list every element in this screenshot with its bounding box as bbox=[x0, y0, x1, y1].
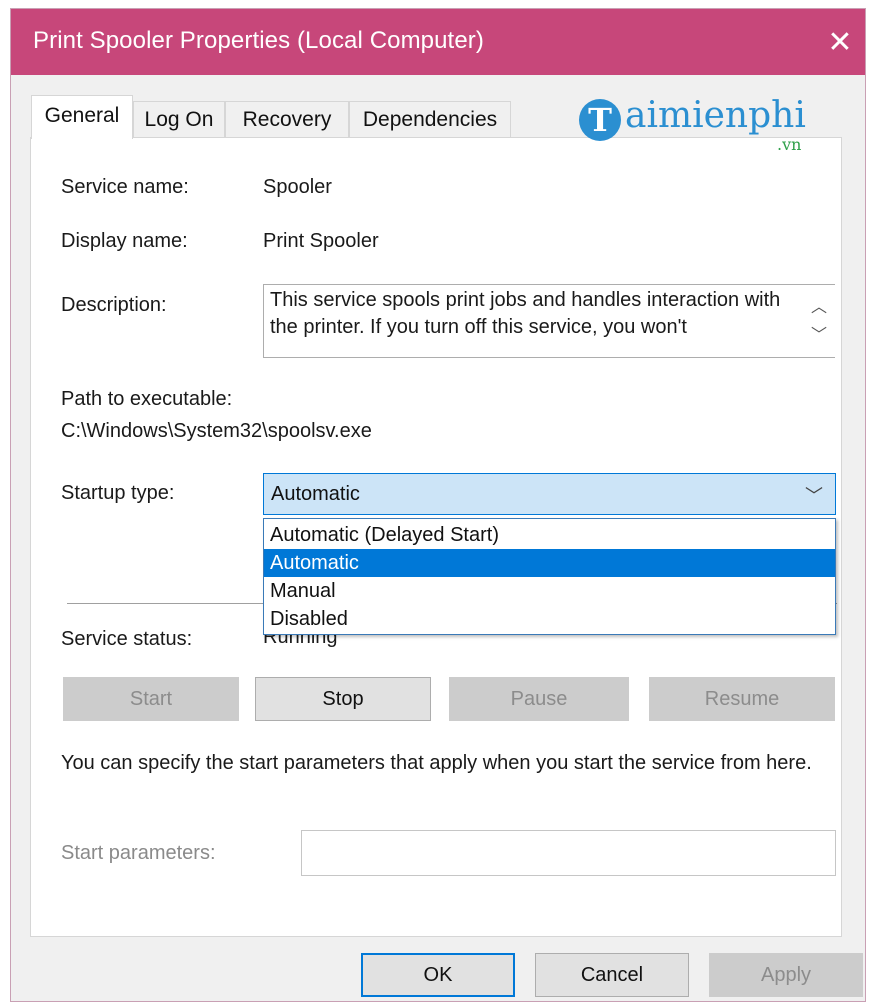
service-name-value: Spooler bbox=[263, 176, 332, 198]
path-value: C:\Windows\System32\spoolsv.exe bbox=[61, 420, 372, 442]
startup-type-select[interactable]: Automatic ﹀ bbox=[263, 473, 836, 515]
description-label: Description: bbox=[61, 294, 167, 316]
path-label: Path to executable: bbox=[61, 388, 233, 410]
option-disabled[interactable]: Disabled bbox=[264, 605, 835, 633]
description-scrollbar[interactable]: ︿ ﹀ bbox=[805, 285, 835, 357]
chevron-down-icon[interactable]: ﹀ bbox=[811, 321, 827, 345]
description-text: This service spools print jobs and handl… bbox=[270, 289, 781, 338]
start-params-label: Start parameters: bbox=[61, 842, 216, 864]
chevron-up-icon[interactable]: ︿ bbox=[811, 293, 827, 317]
start-params-hint: You can specify the start parameters tha… bbox=[61, 752, 812, 774]
watermark-logo: T aimienphi .vn bbox=[579, 95, 849, 159]
ok-button[interactable]: OK bbox=[361, 953, 515, 997]
cancel-button[interactable]: Cancel bbox=[535, 953, 689, 997]
watermark-text: aimienphi bbox=[625, 95, 806, 136]
resume-button[interactable]: Resume bbox=[649, 677, 835, 721]
apply-button[interactable]: Apply bbox=[709, 953, 863, 997]
display-name-value: Print Spooler bbox=[263, 230, 379, 252]
window-title: Print Spooler Properties (Local Computer… bbox=[33, 27, 484, 54]
tab-log-on[interactable]: Log On bbox=[133, 101, 225, 137]
watermark-suffix: .vn bbox=[777, 135, 802, 154]
option-manual[interactable]: Manual bbox=[264, 577, 835, 605]
startup-type-dropdown: Automatic (Delayed Start) Automatic Manu… bbox=[263, 518, 836, 635]
title-bar[interactable]: Print Spooler Properties (Local Computer… bbox=[11, 9, 865, 75]
tab-dependencies[interactable]: Dependencies bbox=[349, 101, 511, 137]
option-automatic-delayed[interactable]: Automatic (Delayed Start) bbox=[264, 521, 835, 549]
startup-type-value: Automatic bbox=[271, 483, 360, 505]
description-box[interactable]: This service spools print jobs and handl… bbox=[263, 284, 835, 358]
pause-button[interactable]: Pause bbox=[449, 677, 629, 721]
watermark-initial: T bbox=[579, 99, 621, 141]
chevron-down-icon[interactable]: ﹀ bbox=[805, 482, 823, 508]
start-params-input[interactable] bbox=[301, 830, 836, 876]
option-automatic[interactable]: Automatic bbox=[264, 549, 835, 577]
stop-button[interactable]: Stop bbox=[255, 677, 431, 721]
general-panel: Service name: Spooler Display name: Prin… bbox=[30, 137, 842, 937]
startup-type-label: Startup type: bbox=[61, 482, 175, 504]
tab-recovery[interactable]: Recovery bbox=[225, 101, 349, 137]
tab-general[interactable]: General bbox=[31, 95, 133, 139]
properties-dialog: Print Spooler Properties (Local Computer… bbox=[10, 8, 866, 1002]
service-status-label: Service status: bbox=[61, 628, 193, 650]
service-name-label: Service name: bbox=[61, 176, 189, 198]
close-icon[interactable]: ✕ bbox=[815, 9, 865, 75]
start-button[interactable]: Start bbox=[63, 677, 239, 721]
display-name-label: Display name: bbox=[61, 230, 188, 252]
